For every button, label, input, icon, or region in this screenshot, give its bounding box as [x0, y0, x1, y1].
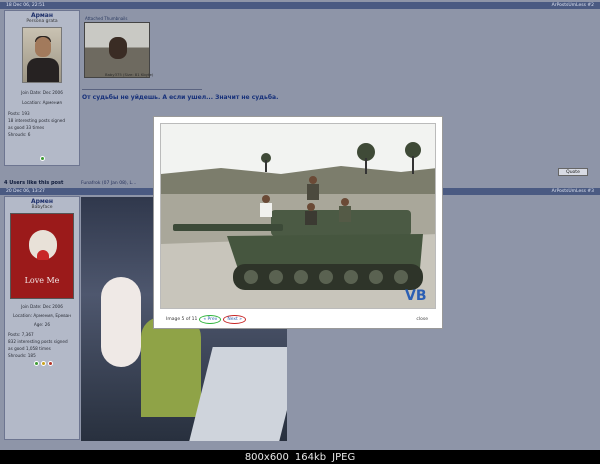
- user-info-panel: Армен Babyface Love Me Join Date: Dec 20…: [4, 196, 80, 440]
- avatar: Love Me: [10, 213, 74, 299]
- lightbox-watermark: VB: [405, 288, 427, 304]
- post-number[interactable]: #3: [587, 189, 594, 194]
- close-button[interactable]: close: [416, 317, 428, 322]
- shrouds: Shrouds: 6: [8, 132, 31, 137]
- post-count: Posts: 7,367: [8, 332, 34, 337]
- location: Location: Армения: [22, 100, 62, 105]
- prev-button[interactable]: « Prev: [199, 314, 222, 324]
- post-count: Posts: 193: [8, 111, 30, 116]
- image-lightbox: VB Image 5 of 11 « Prev Next » close: [153, 116, 443, 329]
- user-title: Babyface: [31, 205, 53, 210]
- join-date: Join Date: Dec 2006: [21, 304, 63, 309]
- avatar-text: Love Me: [24, 276, 60, 285]
- image-counter: Image 5 of 11: [166, 316, 198, 322]
- quote-button[interactable]: Quote: [558, 168, 588, 176]
- post-date: 18 Dec 06, 22:51: [6, 3, 45, 8]
- user-info-panel: Арман Persona grata Join Date: Dec 2006 …: [4, 10, 80, 166]
- age: Age: 26: [33, 322, 51, 327]
- shrouds: Shrouds: 185: [8, 353, 36, 358]
- likes-title: 4 Users like this post: [4, 180, 64, 186]
- online-icon[interactable]: [33, 361, 39, 366]
- lightbox-controls: Image 5 of 11 « Prev Next » close: [166, 314, 428, 324]
- profile-icon[interactable]: [40, 361, 46, 366]
- avatar: [22, 27, 62, 83]
- tank-photo: VB: [161, 124, 435, 308]
- image-dimensions: 800x600: [244, 451, 289, 463]
- lightbox-image[interactable]: VB: [160, 123, 436, 309]
- next-button[interactable]: Next »: [223, 314, 246, 324]
- post-header: 18 Dec 06, 22:51 ArPostsUmLess #2: [0, 2, 600, 9]
- image-viewer: 18 Dec 06, 22:51 ArPostsUmLess #2 Арман …: [0, 0, 600, 450]
- interesting-posts: 832 interesting posts signed: [8, 339, 68, 344]
- username[interactable]: Арман: [5, 11, 79, 19]
- signed-good: as good 1,058 times: [8, 346, 51, 351]
- likes-list[interactable]: Funafrok (07 Jan 08), L...: [81, 181, 136, 186]
- join-date: Join Date: Dec 2006: [21, 90, 63, 95]
- username[interactable]: Армен: [5, 197, 79, 205]
- post-date: 20 Dec 06, 13:27: [6, 189, 45, 194]
- message-icon[interactable]: [47, 361, 53, 366]
- post-user-link[interactable]: ArPostsUmLess: [552, 189, 586, 194]
- signed-good: as good 33 times: [8, 125, 45, 130]
- interesting-posts: 18 interesting posts signed: [8, 118, 65, 123]
- image-format: JPEG: [332, 451, 356, 463]
- thumbnail-caption: Baby375 (Size: 81 Kbyte): [105, 72, 154, 77]
- image-filesize: 164kb: [294, 451, 327, 463]
- user-icons: [4, 156, 80, 161]
- post-message: От судьбы не уйдешь. А если ушел... Знач…: [82, 94, 279, 101]
- post-number[interactable]: #2: [587, 3, 594, 8]
- online-icon[interactable]: [39, 156, 45, 161]
- attached-thumbnail[interactable]: [84, 22, 150, 78]
- post-user-link[interactable]: ArPostsUmLess: [552, 3, 586, 8]
- location: Location: Армения, Ереван: [12, 313, 71, 318]
- viewer-status-bar: 800x600 164kb JPEG: [0, 450, 600, 464]
- user-icons: [5, 361, 81, 366]
- user-title: Persona grata: [26, 19, 58, 24]
- divider: [82, 89, 202, 90]
- attached-thumbnails-label: Attached Thumbnails: [85, 16, 128, 21]
